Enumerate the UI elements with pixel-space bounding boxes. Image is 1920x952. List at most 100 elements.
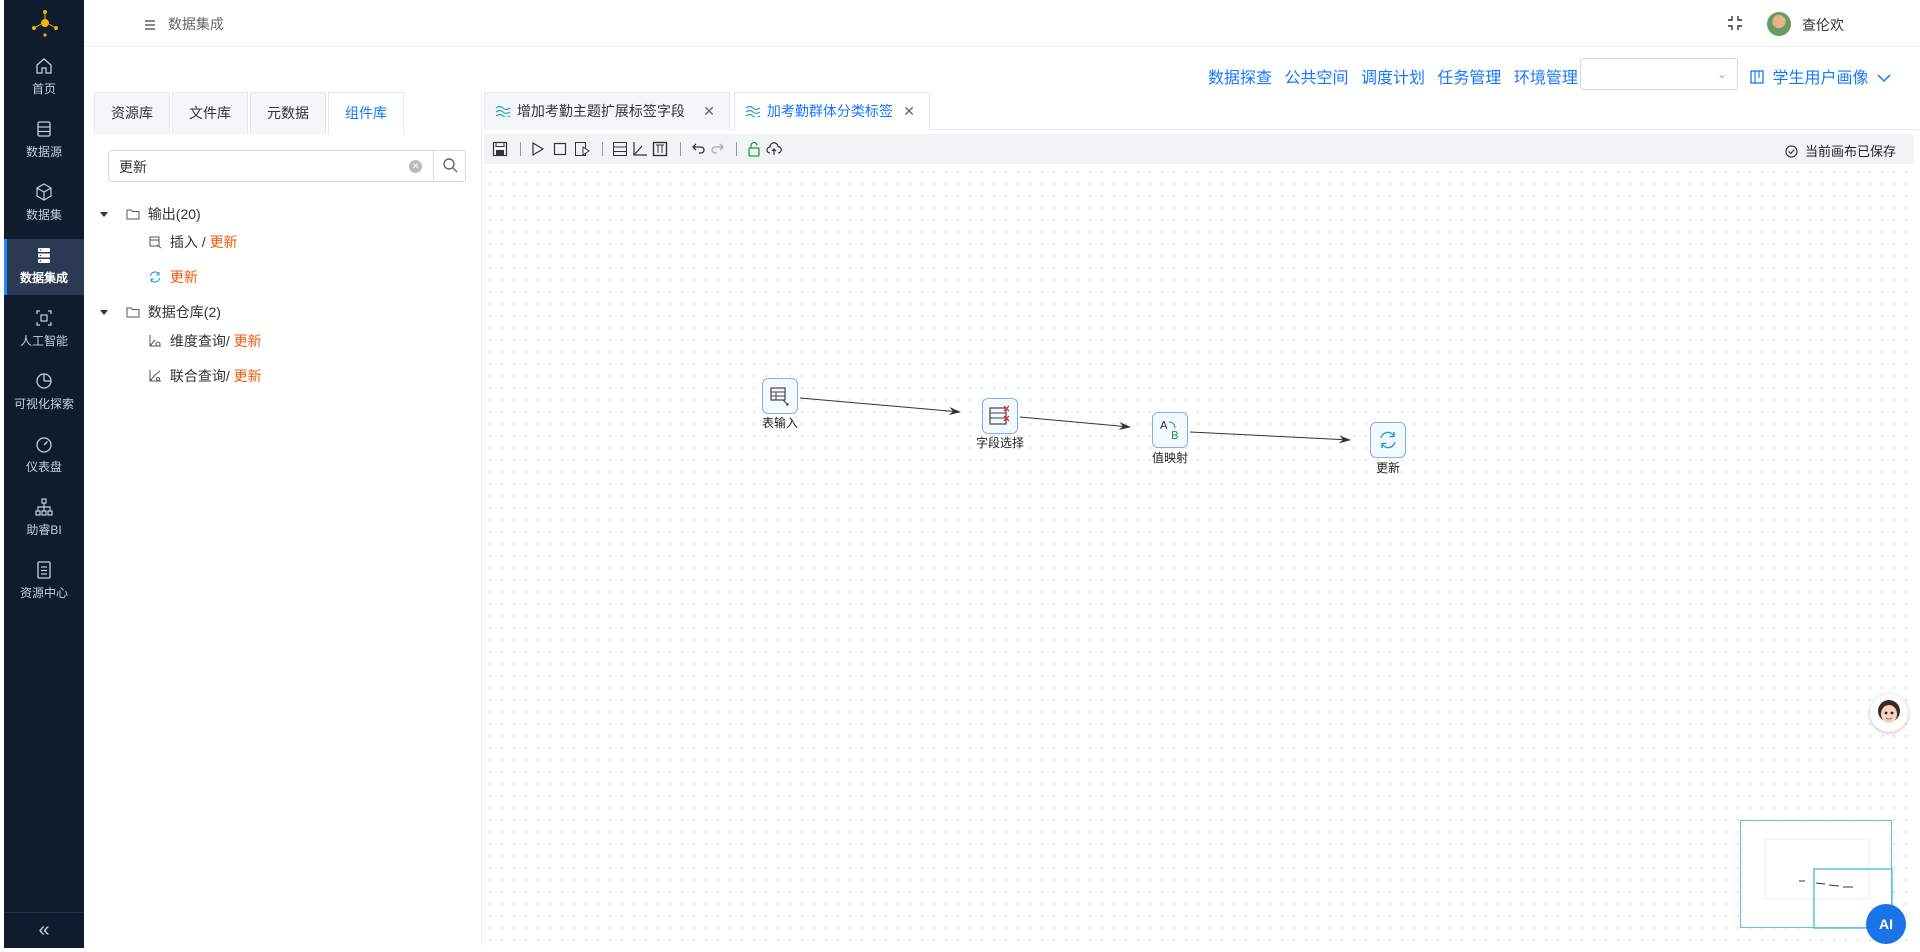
save-icon[interactable]	[492, 141, 508, 157]
flow-edge[interactable]	[1189, 431, 1351, 444]
sidebar-item-visual-explore[interactable]: 可视化探索	[4, 365, 84, 421]
pie-chart-icon	[36, 373, 52, 389]
tree-item-match: 更新	[233, 368, 262, 384]
chart-axis-icon[interactable]	[632, 141, 648, 157]
tab-canvas-attendance-ext[interactable]: 增加考勤主题扩展标签字段 ✕	[484, 92, 730, 130]
project-switcher[interactable]: 学生用户画像	[1750, 64, 1891, 88]
resource-icon	[37, 561, 51, 579]
assistant-avatar[interactable]	[1870, 694, 1908, 732]
tree-item-dimension-query[interactable]: 维度查询/ 更新	[148, 331, 262, 351]
tree-group-label: 输出(20)	[147, 206, 201, 222]
flow-canvas[interactable]: 表输入 字段选择 AB 值映射 更新	[484, 166, 1914, 948]
layout-icon[interactable]	[612, 141, 628, 157]
clear-icon[interactable]: ✕	[409, 160, 422, 173]
sidebar-item-home[interactable]: 首页	[4, 50, 84, 106]
tab-resource-library[interactable]: 资源库	[94, 92, 170, 134]
undo-icon[interactable]	[690, 141, 706, 157]
ai-scan-icon	[36, 310, 52, 326]
flow-node-field-select[interactable]	[982, 398, 1018, 434]
tab-metadata[interactable]: 元数据	[250, 92, 326, 134]
tree-item-prefix: 维度查询/	[169, 333, 234, 349]
tree-item-update[interactable]: 更新	[148, 267, 198, 287]
search-input[interactable]	[119, 157, 399, 177]
close-icon[interactable]: ✕	[703, 93, 715, 129]
tree-item-match: 更新	[209, 234, 238, 250]
redo-icon[interactable]	[710, 141, 726, 157]
search-field: ✕	[108, 150, 466, 182]
save-status: 当前画布已保存	[1785, 141, 1896, 160]
chevron-down-icon	[1877, 74, 1891, 83]
tree-group-data-warehouse[interactable]: 数据仓库(2)	[100, 302, 221, 322]
sidebar-item-resource-center[interactable]: 资源中心	[4, 554, 84, 610]
environment-select[interactable]: ⌄	[1580, 58, 1738, 90]
run-preview-icon[interactable]	[574, 141, 590, 157]
tab-component-library[interactable]: 组件库	[328, 92, 404, 134]
toolbar-divider	[520, 142, 521, 156]
fullscreen-icon[interactable]	[1726, 14, 1744, 32]
cloud-upload-icon[interactable]	[766, 141, 782, 157]
sidebar-item-datasource[interactable]: 数据源	[4, 113, 84, 169]
run-icon[interactable]	[530, 141, 546, 157]
tree-item-insert-update[interactable]: 插入 / 更新	[148, 232, 238, 252]
save-status-label: 当前画布已保存	[1804, 144, 1896, 159]
link-schedule-plan[interactable]: 调度计划	[1361, 70, 1425, 87]
search-button[interactable]	[433, 150, 466, 182]
breadcrumb: 数据集成	[144, 14, 224, 34]
server-icon	[38, 248, 50, 263]
refresh-icon	[1380, 431, 1396, 449]
sidebar-item-label: 数据集	[25, 208, 62, 222]
tree-item-joint-query[interactable]: 联合查询/ 更新	[148, 366, 262, 386]
tree-item-match: 更新	[169, 269, 198, 285]
sidebar-collapse-button[interactable]: «	[4, 912, 84, 948]
close-icon[interactable]: ✕	[903, 93, 915, 129]
sidebar-item-bi[interactable]: 助睿BI	[4, 491, 84, 547]
unlock-icon[interactable]	[746, 141, 762, 157]
avatar[interactable]	[1767, 12, 1791, 36]
search-icon	[443, 158, 458, 173]
link-env-manage[interactable]: 环境管理	[1514, 70, 1578, 87]
tab-canvas-attendance-group[interactable]: 加考勤群体分类标签 ✕	[734, 92, 930, 130]
menu-icon[interactable]	[144, 19, 156, 31]
sidebar-item-data-integration[interactable]: 数据集成	[4, 239, 84, 295]
check-circle-icon	[1785, 145, 1798, 158]
toolbar-divider	[680, 142, 681, 156]
sidebar-item-ai[interactable]: 人工智能	[4, 302, 84, 358]
stop-icon[interactable]	[552, 141, 568, 157]
flow-node-label: 表输入	[761, 416, 799, 430]
ai-assistant-button[interactable]: AI	[1866, 904, 1906, 944]
project-name: 学生用户画像	[1772, 70, 1869, 87]
sidebar-item-label: 人工智能	[19, 334, 68, 348]
table-input-icon	[770, 387, 789, 406]
flow-node-value-mapping[interactable]: AB	[1152, 412, 1188, 448]
flow-icon	[495, 105, 511, 119]
flow-node-update[interactable]	[1370, 422, 1406, 458]
cube-icon	[36, 183, 52, 201]
svg-text:B: B	[1171, 429, 1179, 442]
grid-icon[interactable]	[652, 141, 668, 157]
sidebar-item-label: 资源中心	[19, 586, 68, 600]
joint-query-icon	[149, 370, 161, 382]
link-task-manage[interactable]: 任务管理	[1437, 70, 1501, 87]
link-public-space[interactable]: 公共空间	[1284, 70, 1348, 87]
tree-item-match: 更新	[233, 333, 262, 349]
username[interactable]: 查伦欢	[1802, 15, 1844, 35]
tab-file-library[interactable]: 文件库	[172, 92, 248, 134]
logo-icon[interactable]	[30, 8, 60, 38]
dimension-query-icon	[149, 335, 161, 347]
project-icon	[1750, 70, 1764, 84]
canvas-tabs: 增加考勤主题扩展标签字段 ✕ 加考勤群体分类标签 ✕	[484, 92, 1920, 130]
chevron-down-icon: ⌄	[1716, 67, 1727, 81]
flow-edge[interactable]	[1019, 416, 1131, 430]
refresh-icon	[149, 271, 161, 283]
top-bar: 数据集成 查伦欢	[84, 0, 1920, 47]
flow-node-table-input[interactable]	[762, 378, 798, 414]
caret-down-icon	[100, 212, 108, 217]
tree-group-output[interactable]: 输出(20)	[100, 204, 201, 224]
sidebar-item-dataset[interactable]: 数据集	[4, 176, 84, 232]
canvas-toolbar: 当前画布已保存	[484, 134, 1914, 164]
sidebar-item-dashboard[interactable]: 仪表盘	[4, 428, 84, 484]
link-data-explore[interactable]: 数据探查	[1208, 70, 1272, 87]
field-select-icon	[989, 405, 1010, 425]
folder-icon	[126, 307, 140, 318]
flow-edge[interactable]	[799, 397, 961, 416]
